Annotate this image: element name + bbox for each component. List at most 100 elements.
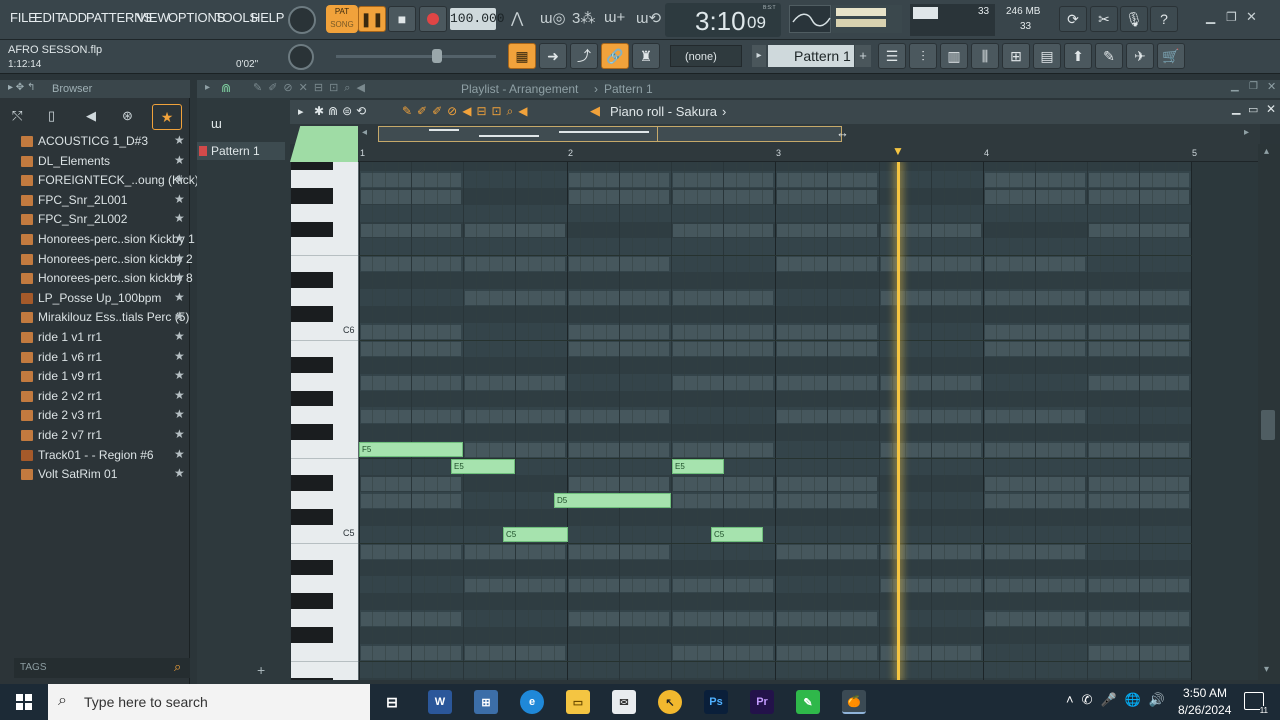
piano-roll-overview[interactable]: ◂ ↔ ▸ (290, 124, 1260, 162)
project-browser-button[interactable]: ▤ (1033, 43, 1061, 69)
countdown-icon[interactable]: 3⁂ (572, 9, 595, 27)
midi-note[interactable]: E5 (451, 459, 515, 475)
black-key[interactable] (291, 424, 333, 441)
browser-item[interactable]: Track01 - - Region #6 ★ (18, 446, 188, 465)
add-pattern-button[interactable]: + (855, 45, 871, 67)
mixer-stamp-button[interactable]: ♜ (632, 43, 660, 69)
favorite-star-icon[interactable]: ★ (174, 427, 185, 441)
browser-snap-icon[interactable]: ⊛ (122, 108, 133, 124)
browser-item[interactable]: FPC_Snr_2L002 ★ (18, 210, 188, 229)
scroll-down-arrow[interactable]: ▾ (1264, 664, 1269, 675)
favorite-star-icon[interactable]: ★ (174, 251, 185, 265)
add-track-icon[interactable]: + (257, 662, 265, 678)
playlist-minimize-icon[interactable]: ▁ (1231, 81, 1239, 92)
app-yellow-icon[interactable]: ↖ (658, 690, 682, 714)
tags-search-icon[interactable]: ⌕ (174, 659, 181, 675)
favorite-star-icon[interactable]: ★ (174, 231, 185, 245)
playlist-menu-icon[interactable]: ▸ (205, 82, 210, 93)
menu-edit[interactable]: EDIT (34, 10, 63, 25)
pat-song-toggle[interactable]: PAT SONG (326, 5, 358, 33)
favorite-star-icon[interactable]: ★ (174, 211, 185, 225)
favorite-star-icon[interactable]: ★ (174, 192, 185, 206)
store-icon[interactable]: ⊞ (474, 690, 498, 714)
favorite-star-icon[interactable]: ★ (174, 368, 185, 382)
playlist-restore-icon[interactable]: ❐ (1249, 81, 1258, 92)
overview-left-arrow[interactable]: ◂ (362, 127, 367, 138)
overview-window[interactable] (378, 126, 842, 142)
notification-icon[interactable]: 11 (1244, 692, 1268, 715)
browser-item[interactable]: Volt SatRim 01 ★ (18, 465, 188, 484)
play-button[interactable]: ❚❚ (358, 6, 386, 32)
midi-note[interactable]: D5 (554, 493, 671, 508)
favorite-star-icon[interactable]: ★ (174, 270, 185, 284)
channel-rack-button[interactable]: ⫶ (909, 43, 937, 69)
midi-note[interactable]: C5 (503, 526, 568, 542)
browser-item[interactable]: LP_Posse Up_100bpm ★ (18, 289, 188, 308)
overview-right-arrow[interactable]: ▸ (1244, 127, 1249, 138)
menu-view[interactable]: VIEW (137, 10, 170, 25)
favorite-star-icon[interactable]: ★ (174, 447, 185, 461)
pr-restore-icon[interactable]: ▭ (1248, 103, 1258, 116)
close-icon[interactable]: ✕ (1246, 9, 1257, 25)
playlist-magnet-icon[interactable]: ⋒ (221, 81, 231, 95)
pr-tools-icons[interactable]: ✱⋒⊜⟲ (314, 104, 370, 118)
browser-item[interactable]: FOREIGNTECK_..oung (Kick) ★ (18, 171, 199, 190)
browser-speaker-icon[interactable]: ◀ (86, 108, 96, 124)
menu-add[interactable]: ADD (60, 10, 87, 25)
time-display[interactable]: 3:10 09 B:S:T (665, 3, 781, 37)
playlist-button[interactable]: ☰ (878, 43, 906, 69)
taskbar-search[interactable]: ⌕ Type here to search (48, 684, 370, 720)
browser-item[interactable]: ride 2 v2 rr1 ★ (18, 387, 188, 406)
playlist-pattern-item[interactable]: Pattern 1 (197, 142, 285, 160)
overview-resize-icon[interactable]: ↔ (836, 125, 849, 140)
midi-note[interactable]: C5 (711, 526, 763, 542)
stop-button[interactable]: ■ (388, 6, 416, 32)
start-button[interactable] (0, 684, 48, 720)
record-button[interactable] (419, 6, 447, 32)
tempo-tapper-button[interactable]: ✈ (1126, 43, 1154, 69)
browser-item[interactable]: ride 1 v6 rr1 ★ (18, 348, 188, 367)
vertical-scrollbar[interactable]: ▴ ▾ (1258, 144, 1280, 684)
black-key[interactable] (291, 272, 333, 289)
clock-date[interactable]: 8/26/2024 (1178, 703, 1231, 717)
favorite-star-icon[interactable]: ★ (174, 172, 185, 186)
plugin-database-button[interactable]: ⬆ (1064, 43, 1092, 69)
browser-collapse-icon[interactable]: ▸ ✥ ↰ (8, 82, 35, 93)
edge-icon[interactable]: e (520, 690, 544, 714)
black-key[interactable] (291, 162, 333, 170)
minimize-icon[interactable]: ▁ (1206, 10, 1215, 24)
browser-item[interactable]: ride 1 v1 rr1 ★ (18, 328, 188, 347)
browser-item[interactable]: ride 2 v7 rr1 ★ (18, 426, 188, 445)
metronome-icon[interactable]: ⋀ (511, 9, 523, 27)
pr-edit-icons[interactable]: ✎✐✐⊘◀⊟⊡⌕◀ (402, 104, 533, 119)
help-button[interactable]: ? (1150, 6, 1178, 32)
plugin-picker-button[interactable]: ⊞ (1002, 43, 1030, 69)
green-app-icon[interactable]: ✎ (796, 690, 820, 714)
tray-icons[interactable]: ˄✆🎤🌐🔊 (1066, 692, 1173, 708)
clock-time[interactable]: 3:50 AM (1183, 686, 1227, 700)
typing-keyboard-button[interactable]: ▦ (508, 43, 536, 69)
menu-help[interactable]: HELP (251, 10, 284, 25)
black-key[interactable] (291, 221, 333, 238)
favorite-star-icon[interactable]: ★ (174, 290, 185, 304)
tempo-display[interactable]: 100.000 (450, 8, 505, 30)
piano-keyboard[interactable]: C6C5C4 (291, 162, 359, 680)
restore-icon[interactable]: ❐ (1226, 10, 1237, 24)
pattern-prev-arrow[interactable]: ▸ (752, 45, 766, 67)
pr-close-icon[interactable]: ✕ (1266, 102, 1276, 116)
scroll-thumb[interactable] (1261, 410, 1275, 440)
link-button[interactable]: 🔗 (601, 43, 629, 69)
step-edit-icon[interactable]: ɯ+ (604, 9, 625, 26)
mail-icon[interactable]: ✉ (612, 690, 636, 714)
browser-item[interactable]: ACOUSTICG 1_D#3 ★ (18, 132, 188, 151)
pattern-none-select[interactable]: (none) (670, 45, 742, 67)
mic-button[interactable]: 🎙 (1120, 6, 1148, 32)
browser-item[interactable]: Honorees-perc..sion kickby 2 ★ (18, 250, 193, 269)
black-key[interactable] (291, 306, 333, 322)
favorite-star-icon[interactable]: ★ (174, 329, 185, 343)
browser-item[interactable]: Mirakilouz Ess..tials Perc (5) ★ (18, 308, 189, 327)
playlist-piano-icon[interactable]: ɯ (211, 116, 222, 131)
black-key[interactable] (291, 475, 333, 491)
browser-collapse-all-icon[interactable]: ⤲ (12, 108, 22, 124)
note-grid[interactable]: F5 E5 E5 D5 C5 C5 (359, 162, 1258, 680)
